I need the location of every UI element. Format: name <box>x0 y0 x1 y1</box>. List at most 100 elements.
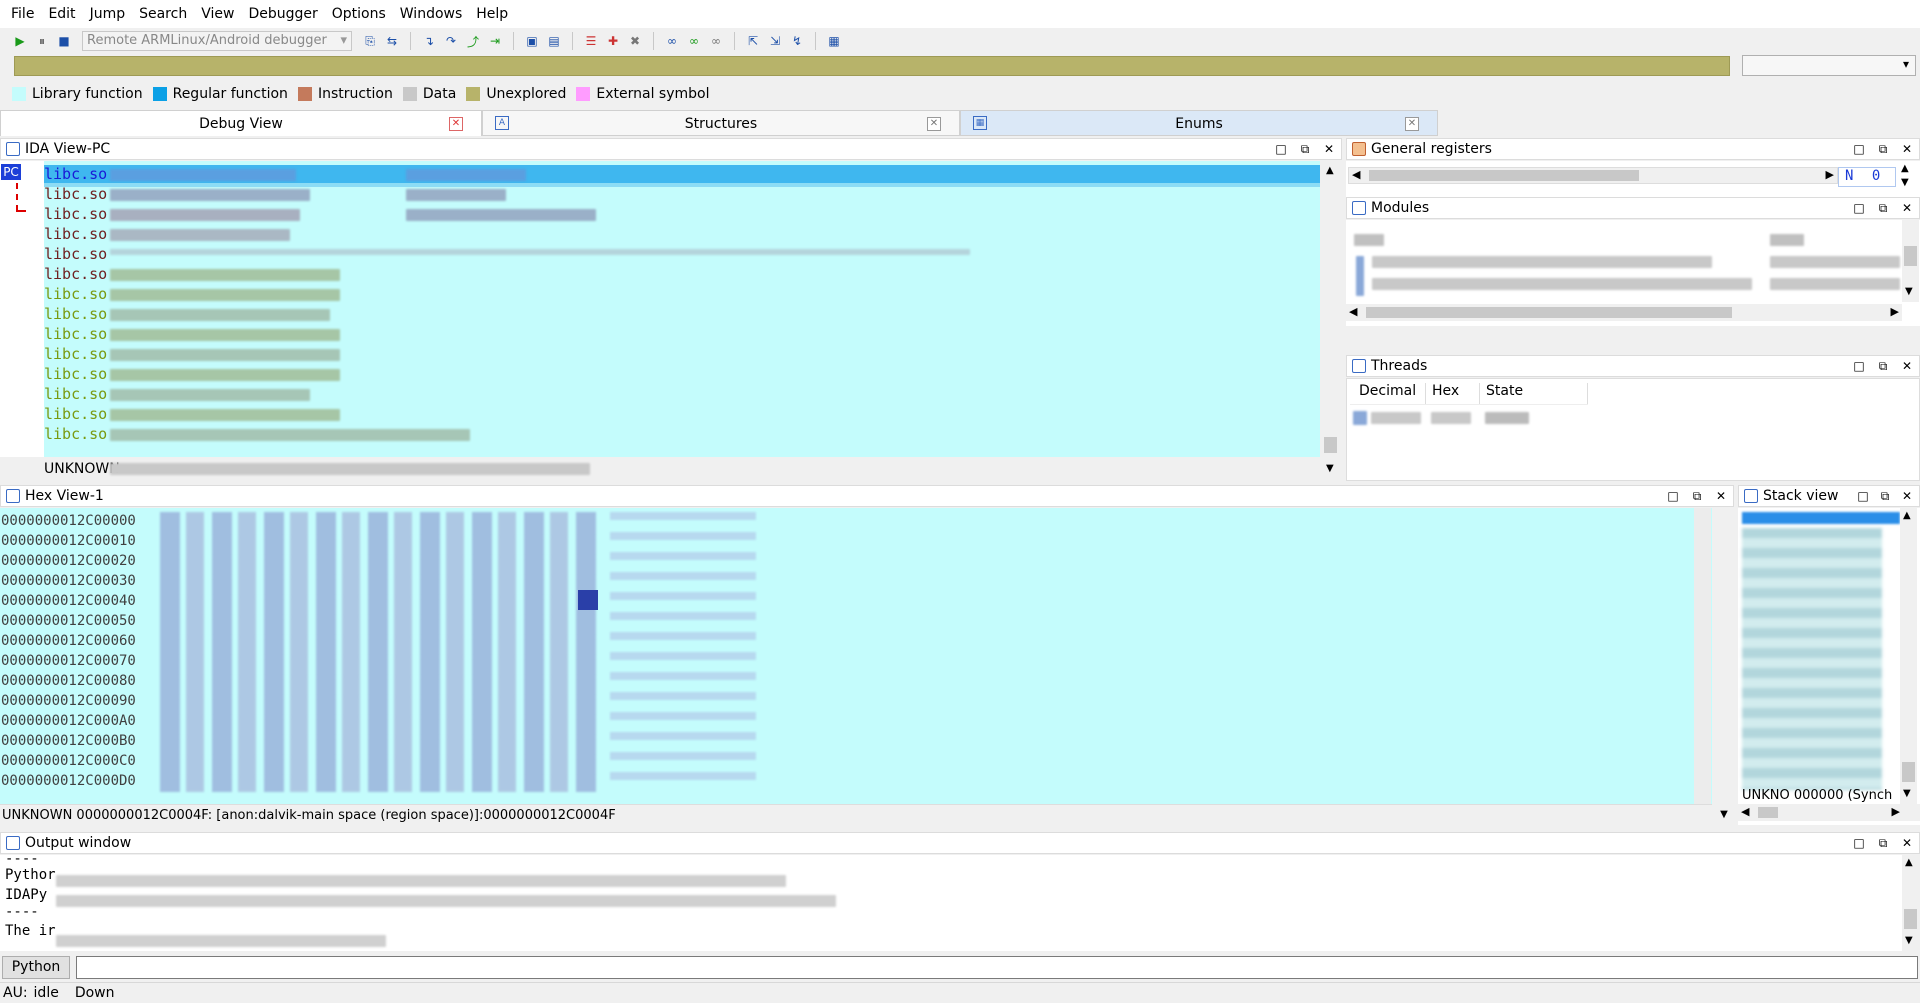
tab-enums[interactable]: ▦ Enums ✕ <box>960 110 1438 136</box>
stack-view-hscroll[interactable]: ◀ ▶ <box>1738 804 1920 821</box>
flags-view[interactable]: N 0 <box>1838 167 1896 187</box>
hex-view-dump[interactable]: 0000000012C00000 0000000012C00010 000000… <box>0 508 1712 804</box>
hex-address[interactable]: 0000000012C00050 <box>1 611 136 631</box>
debugger-options-icon[interactable]: ▦ <box>824 31 844 51</box>
listing-row[interactable]: libc.so <box>44 345 107 365</box>
listing-row[interactable]: libc.so <box>44 365 107 385</box>
close-icon[interactable]: ✕ <box>1901 486 1913 506</box>
menu-jump[interactable]: Jump <box>83 0 133 28</box>
debugger-select[interactable]: Remote ARMLinux/Android debugger <box>82 31 352 51</box>
ida-view-scrollbar[interactable]: ▲ ▼ <box>1322 161 1339 481</box>
close-icon[interactable]: ✕ <box>1901 198 1913 218</box>
maximize-icon[interactable]: □ <box>1853 833 1865 853</box>
registers-hscroll[interactable]: ◀ ▶ <box>1348 167 1838 184</box>
step-over-icon[interactable]: ↷ <box>441 31 461 51</box>
menu-help[interactable]: Help <box>469 0 515 28</box>
menu-options[interactable]: Options <box>325 0 393 28</box>
menu-debugger[interactable]: Debugger <box>241 0 324 28</box>
navigation-band[interactable] <box>14 56 1730 76</box>
hex-address[interactable]: 0000000012C00030 <box>1 571 136 591</box>
float-icon[interactable]: ⧉ <box>1879 486 1891 506</box>
maximize-icon[interactable]: □ <box>1857 486 1869 506</box>
start-process-icon[interactable]: ▶ <box>10 31 30 51</box>
breakpoint-list-icon[interactable]: ☰ <box>581 31 601 51</box>
threads-table[interactable]: Decimal Hex State <box>1346 378 1920 481</box>
hex-address[interactable]: 0000000012C000A0 <box>1 711 136 731</box>
modules-hscroll[interactable]: ◀ ▶ <box>1346 304 1902 321</box>
hex-address[interactable]: 0000000012C00080 <box>1 671 136 691</box>
column-hex[interactable]: Hex <box>1426 383 1480 404</box>
close-icon[interactable]: ✕ <box>1323 139 1335 159</box>
float-icon[interactable]: ⧉ <box>1877 356 1889 376</box>
maximize-icon[interactable]: □ <box>1853 198 1865 218</box>
run-to-cursor-icon[interactable]: ⇥ <box>485 31 505 51</box>
hex-address[interactable]: 0000000012C00000 <box>1 511 136 531</box>
float-icon[interactable]: ⧉ <box>1299 139 1311 159</box>
listing-row[interactable]: libc.so <box>44 385 107 405</box>
show-sp-icon[interactable]: ▤ <box>544 31 564 51</box>
terminate-process-icon[interactable]: ■ <box>54 31 74 51</box>
hex-address[interactable]: 0000000012C00010 <box>1 531 136 551</box>
menu-edit[interactable]: Edit <box>41 0 82 28</box>
close-icon[interactable]: ✕ <box>1405 117 1419 131</box>
column-decimal[interactable]: Decimal <box>1350 383 1426 404</box>
ida-view-title[interactable]: IDA View-PC □ ⧉ ✕ <box>0 138 1342 160</box>
listing-row[interactable]: libc.so <box>44 425 107 445</box>
listing-row[interactable]: libc.so <box>44 165 107 185</box>
output-log[interactable]: ---- Pythor IDAPy ---- The ir <box>0 855 1902 951</box>
detach-process-icon[interactable]: ⇆ <box>382 31 402 51</box>
threads-title[interactable]: Threads □ ⧉ ✕ <box>1346 355 1920 377</box>
listing-row[interactable]: libc.so <box>44 285 107 305</box>
stack-view-vscroll[interactable]: ▲ ▼ <box>1900 508 1917 804</box>
hex-address[interactable]: 0000000012C00040 <box>1 591 136 611</box>
add-breakpoint-icon[interactable]: ✚ <box>603 31 623 51</box>
clear-trace-icon[interactable]: ∞ <box>706 31 726 51</box>
float-icon[interactable]: ⧉ <box>1877 833 1889 853</box>
menu-windows[interactable]: Windows <box>393 0 470 28</box>
float-icon[interactable]: ⧉ <box>1877 139 1889 159</box>
close-icon[interactable]: ✕ <box>1715 486 1727 506</box>
listing-row[interactable]: libc.so <box>44 245 107 265</box>
hex-address[interactable]: 0000000012C00090 <box>1 691 136 711</box>
scroll-down-icon[interactable]: ▼ <box>1901 177 1909 188</box>
trace-instructions-icon[interactable]: ∞ <box>662 31 682 51</box>
stack-trace-icon[interactable]: ⇲ <box>765 31 785 51</box>
hex-view-scrollbar[interactable] <box>1694 508 1711 804</box>
listing-row[interactable]: libc.so <box>44 185 107 205</box>
navigation-band-dropdown[interactable] <box>1742 55 1916 76</box>
output-window-title[interactable]: Output window □ ⧉ ✕ <box>0 832 1920 854</box>
step-into-icon[interactable]: ↴ <box>419 31 439 51</box>
hex-address[interactable]: 0000000012C000D0 <box>1 771 136 791</box>
close-icon[interactable]: ✕ <box>449 117 463 131</box>
attach-process-icon[interactable]: ⎘ <box>360 31 380 51</box>
stack-view-title[interactable]: Stack view □ ⧉ ✕ <box>1738 485 1920 507</box>
tab-structures[interactable]: A Structures ✕ <box>482 110 960 136</box>
listing-row[interactable]: libc.so <box>44 305 107 325</box>
cli-input[interactable] <box>76 956 1918 979</box>
maximize-icon[interactable]: □ <box>1667 486 1679 506</box>
stack-view-list[interactable]: UNKNO 000000 (Synch ▲ ▼ ◀ ▶ <box>1738 508 1920 825</box>
listing-row[interactable]: libc.so <box>44 225 107 245</box>
maximize-icon[interactable]: □ <box>1853 356 1865 376</box>
scroll-up-icon[interactable]: ▲ <box>1901 163 1909 174</box>
close-icon[interactable]: ✕ <box>927 117 941 131</box>
listing-row[interactable]: libc.so <box>44 205 107 225</box>
delete-breakpoint-icon[interactable]: ✖ <box>625 31 645 51</box>
show-pc-icon[interactable]: ▣ <box>522 31 542 51</box>
column-state[interactable]: State <box>1480 383 1588 404</box>
modules-list[interactable]: ▼ ◀ ▶ <box>1346 220 1920 326</box>
ida-view-listing[interactable]: libc.so libc.so libc.so libc.so libc.so … <box>44 161 1320 457</box>
menu-file[interactable]: File <box>4 0 41 28</box>
modules-title[interactable]: Modules □ ⧉ ✕ <box>1346 197 1920 219</box>
hex-view-title[interactable]: Hex View-1 □ ⧉ ✕ <box>0 485 1734 507</box>
hex-address[interactable]: 0000000012C00060 <box>1 631 136 651</box>
general-registers-title[interactable]: General registers □ ⧉ ✕ <box>1346 138 1920 160</box>
output-vscroll[interactable]: ▲ ▼ <box>1902 855 1919 951</box>
close-icon[interactable]: ✕ <box>1901 139 1913 159</box>
trace-functions-icon[interactable]: ∞ <box>684 31 704 51</box>
hex-address[interactable]: 0000000012C000C0 <box>1 751 136 771</box>
listing-row[interactable]: libc.so <box>44 405 107 425</box>
close-icon[interactable]: ✕ <box>1901 833 1913 853</box>
trace-window-icon[interactable]: ⇱ <box>743 31 763 51</box>
listing-row[interactable]: libc.so <box>44 265 107 285</box>
